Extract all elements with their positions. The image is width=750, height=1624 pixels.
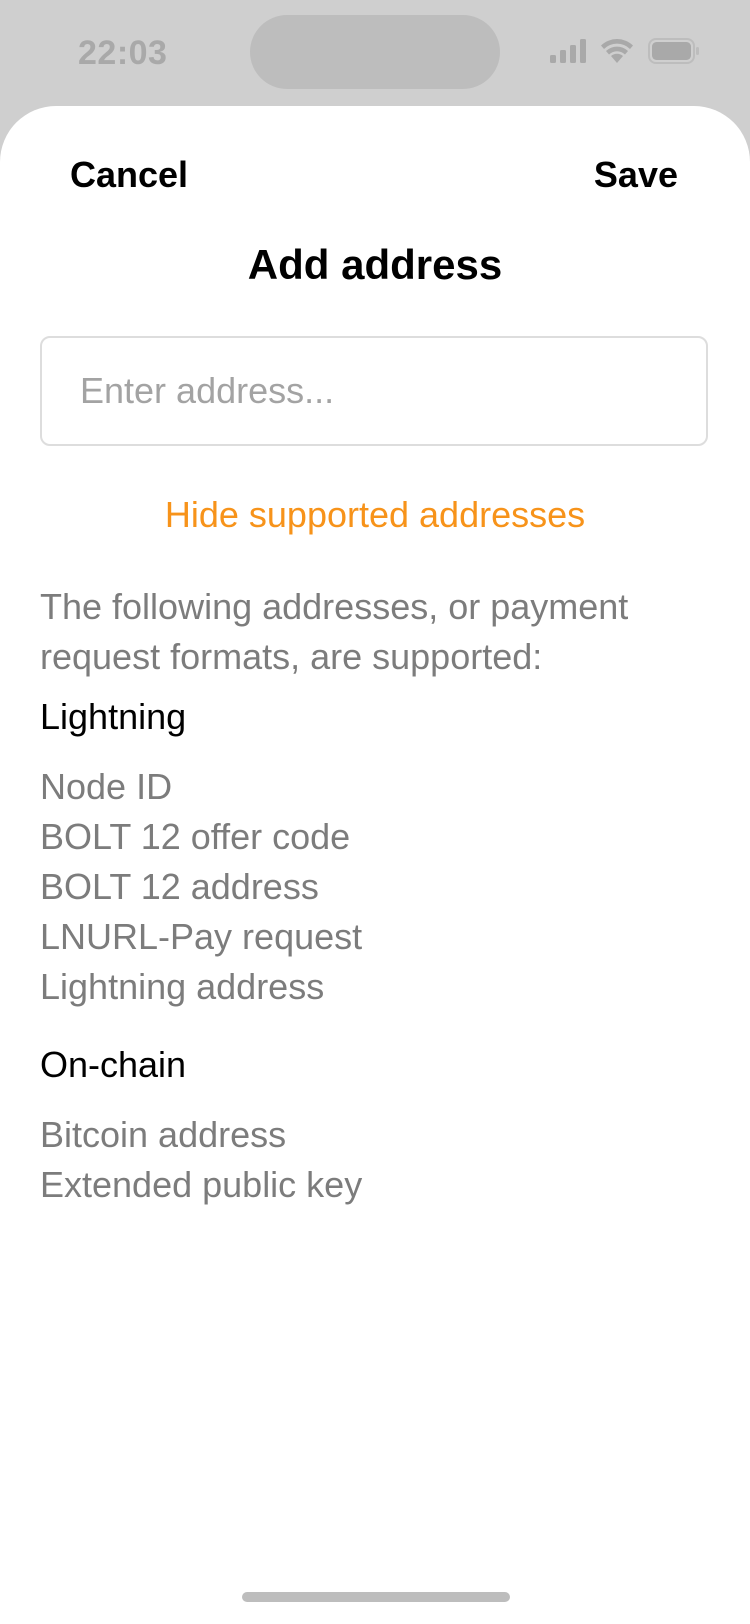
status-icons [550, 38, 700, 64]
battery-icon [648, 38, 699, 64]
signal-icon [550, 39, 586, 63]
section-heading-lightning: Lightning [40, 696, 187, 737]
lightning-format-list: Node ID BOLT 12 offer code BOLT 12 addre… [40, 762, 362, 1012]
supported-formats-intro: The following addresses, or payment requ… [40, 586, 629, 677]
list-item: Lightning address [40, 966, 325, 1007]
wifi-icon [601, 39, 633, 63]
save-button[interactable]: Save [594, 154, 678, 196]
section-heading-on-chain: On-chain [40, 1044, 187, 1085]
list-item: Extended public key [40, 1164, 363, 1205]
list-item: BOLT 12 offer code [40, 816, 351, 857]
dynamic-island [250, 15, 500, 89]
cancel-button[interactable]: Cancel [70, 154, 188, 196]
screen: 22:03 Cancel Save Add address Hide suppo… [0, 0, 750, 1624]
sheet-title: Add address [247, 241, 503, 288]
on-chain-format-list: Bitcoin address Extended public key [40, 1110, 362, 1210]
address-input[interactable] [40, 336, 708, 446]
add-address-sheet: Cancel Save Add address Hide supported a… [0, 106, 750, 1624]
home-indicator[interactable] [242, 1592, 510, 1602]
list-item: BOLT 12 address [40, 866, 319, 907]
list-item: Bitcoin address [40, 1114, 287, 1155]
list-item: Node ID [40, 766, 173, 807]
hide-supported-addresses-link[interactable]: Hide supported addresses [0, 494, 750, 536]
list-item: LNURL-Pay request [40, 916, 363, 957]
status-time: 22:03 [78, 34, 168, 72]
